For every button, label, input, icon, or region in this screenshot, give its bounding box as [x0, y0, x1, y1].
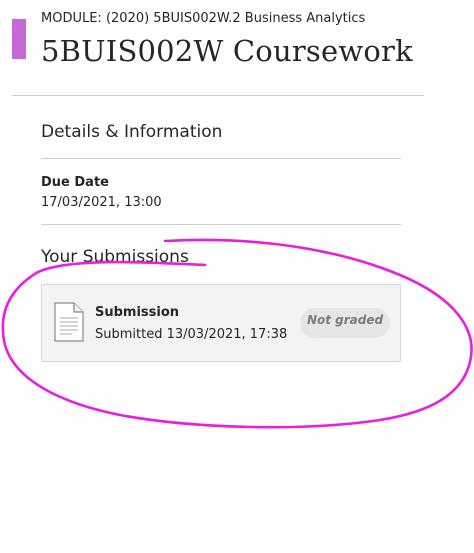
page-title: 5BUIS002W Coursework — [41, 34, 413, 68]
details-heading: Details & Information — [41, 122, 223, 142]
submissions-heading: Your Submissions — [41, 247, 189, 267]
due-date-divider — [41, 224, 401, 225]
submission-title: Submission — [95, 305, 180, 320]
grade-status-text: Not graded — [306, 313, 384, 327]
details-divider — [41, 158, 401, 159]
grade-status-badge: Not graded — [300, 308, 390, 338]
document-icon — [54, 302, 84, 342]
submission-date: Submitted 13/03/2021, 17:38 — [95, 327, 288, 342]
header-divider — [12, 95, 424, 96]
due-date-value: 17/03/2021, 13:00 — [41, 195, 162, 210]
due-date-label: Due Date — [41, 175, 109, 190]
submission-card[interactable]: Submission Submitted 13/03/2021, 17:38 N… — [41, 284, 401, 362]
course-side-tab[interactable] — [12, 19, 26, 59]
module-label: MODULE: (2020) 5BUIS002W.2 Business Anal… — [41, 11, 366, 26]
hand-drawn-circle-annotation — [1, 238, 473, 429]
